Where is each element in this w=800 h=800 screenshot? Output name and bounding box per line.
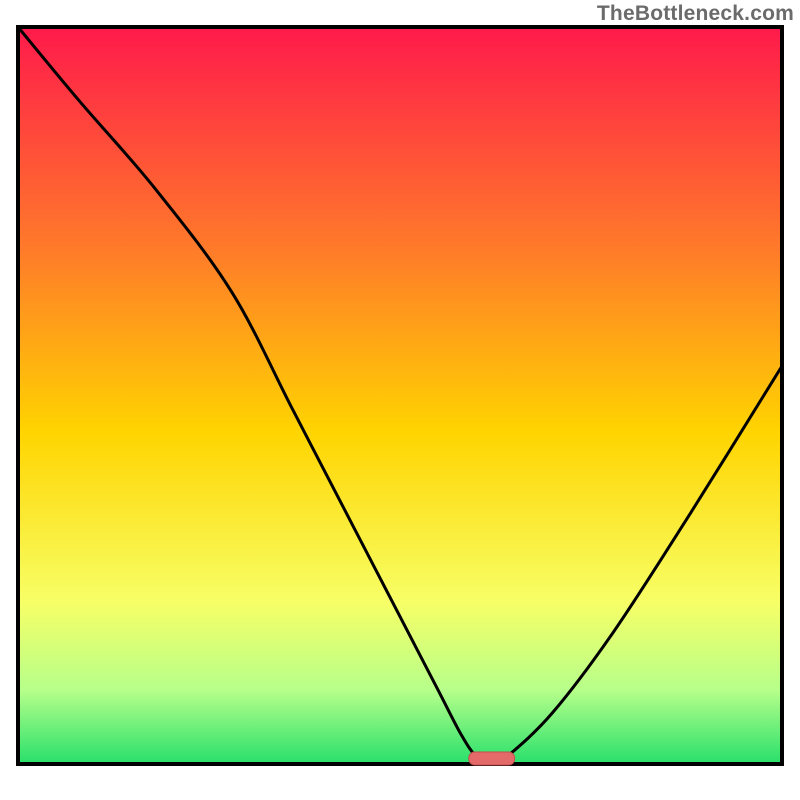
optimum-marker [469, 752, 515, 765]
bottleneck-plot [0, 0, 800, 800]
plot-background [18, 27, 782, 764]
chart-stage: TheBottleneck.com [0, 0, 800, 800]
watermark-label: TheBottleneck.com [597, 2, 794, 26]
